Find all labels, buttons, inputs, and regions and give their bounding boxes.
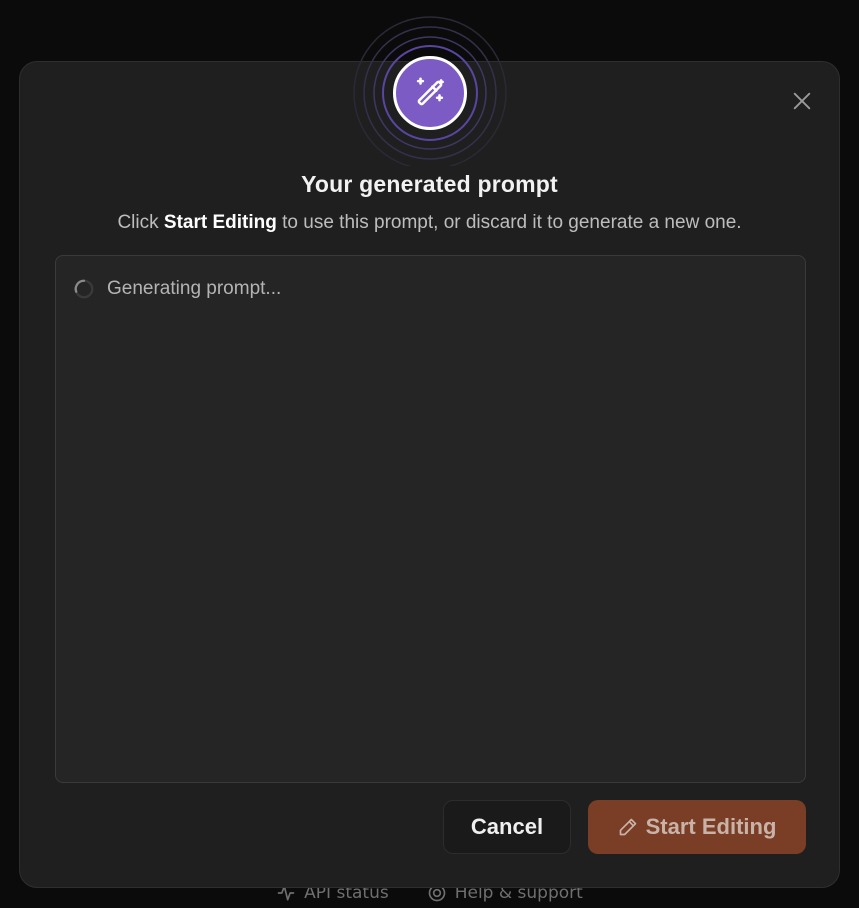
loading-spinner-icon	[74, 279, 94, 299]
cancel-button[interactable]: Cancel	[443, 800, 571, 854]
subtitle-suffix: to use this prompt, or discard it to gen…	[276, 212, 742, 233]
start-editing-button[interactable]: Start Editing	[588, 800, 806, 854]
loading-text: Generating prompt...	[107, 278, 282, 299]
close-icon	[793, 92, 811, 110]
pencil-icon	[619, 818, 636, 836]
generated-prompt-area[interactable]: Generating prompt...	[55, 255, 806, 783]
badge-core	[393, 56, 467, 130]
subtitle-prefix: Click	[117, 212, 164, 233]
dialog-title: Your generated prompt	[301, 171, 558, 197]
close-button[interactable]	[789, 88, 815, 114]
loading-indicator: Generating prompt...	[73, 278, 281, 300]
dialog-subtitle: Click Start Editing to use this prompt, …	[0, 212, 859, 234]
magic-wand-badge	[351, 8, 509, 166]
subtitle-emphasis: Start Editing	[163, 212, 277, 233]
cancel-button-label: Cancel	[470, 814, 544, 839]
magic-wand-icon	[416, 77, 444, 106]
start-editing-label: Start Editing	[645, 814, 777, 839]
